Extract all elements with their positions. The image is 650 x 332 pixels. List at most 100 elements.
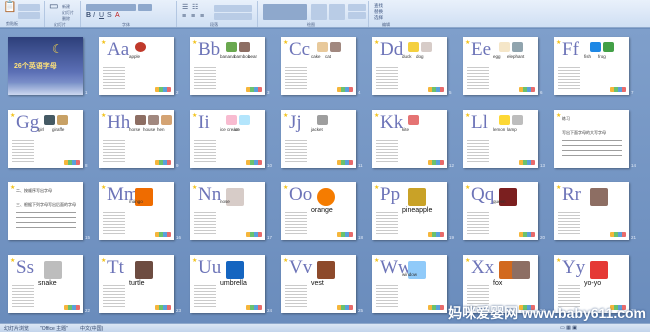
vocab-word: dog xyxy=(416,54,424,59)
slide-thumbnail[interactable]: ☾ 26个英语字母 xyxy=(8,37,83,95)
font-color-icon[interactable]: A xyxy=(115,12,120,20)
slide-thumbnail[interactable]: ★ Gg girl giraffe xyxy=(8,110,83,168)
exercise-text: 三、根据下列字母写出后面的字母 xyxy=(16,202,76,207)
paragraph-group: ☰ ☷ ≡ ≡ ≡ 段落 xyxy=(178,1,258,27)
slide-thumbnail[interactable]: ★ Uu umbrella xyxy=(190,255,265,313)
color-blocks xyxy=(610,232,626,237)
slide-thumbnail[interactable]: ★ Bb banana bamboo bear xyxy=(190,37,265,95)
picture xyxy=(226,42,237,52)
slide-thumbnail[interactable]: ★ Tt turtle xyxy=(99,255,174,313)
star-icon: ★ xyxy=(192,185,198,191)
star-icon: ★ xyxy=(374,113,380,119)
align-right-icon[interactable]: ≡ xyxy=(200,13,204,21)
letter-title: Ii xyxy=(198,112,210,133)
cut-button[interactable] xyxy=(18,4,40,11)
select-button[interactable]: 选择 xyxy=(374,15,383,21)
vocab-word: kite xyxy=(402,127,410,132)
paste-icon[interactable]: 📋 xyxy=(3,2,17,13)
shape-fill-button[interactable] xyxy=(348,4,366,11)
slide-number: 25 xyxy=(358,308,364,313)
star-icon: ★ xyxy=(192,258,198,264)
slide-number: 23 xyxy=(176,308,182,313)
bold-icon[interactable]: B xyxy=(86,12,91,20)
picture xyxy=(226,115,237,125)
slide-thumbnail[interactable]: ★ Ff fish frog xyxy=(554,37,629,95)
slide-thumbnail[interactable]: ★ Hh horse house hen xyxy=(99,110,174,168)
star-icon: ★ xyxy=(192,113,198,119)
vocab-word: egg xyxy=(493,54,501,59)
slide-thumbnail[interactable]: ★ Vv vest xyxy=(281,255,356,313)
slide-thumbnail[interactable]: ★ Dd duck dog xyxy=(372,37,447,95)
slide-number: 19 xyxy=(449,235,455,240)
vocab-word: duck xyxy=(402,54,412,59)
picture xyxy=(512,261,530,279)
font-size-select[interactable] xyxy=(138,4,152,11)
letter-title: Cc xyxy=(289,39,311,60)
slide-thumbnail[interactable]: ★ Ww window xyxy=(372,255,447,313)
text-direction-button[interactable] xyxy=(214,5,252,12)
color-blocks xyxy=(337,232,353,237)
letter-title: Ee xyxy=(471,39,492,60)
slide-thumbnail[interactable]: ★ 二、按顺序写出字母 三、根据下列字母写出后面的字母 xyxy=(8,182,83,240)
slide-thumbnail[interactable]: ★ Ss snake xyxy=(8,255,83,313)
star-icon: ★ xyxy=(283,40,289,46)
picture xyxy=(330,42,341,52)
vocab-word: fox xyxy=(493,280,503,287)
slide-thumbnail[interactable]: ★ Pp pineapple xyxy=(372,182,447,240)
view-buttons[interactable]: ▭ ▦ ▣ xyxy=(560,325,577,331)
arrange-button[interactable] xyxy=(311,4,327,20)
vocab-word: frog xyxy=(598,54,606,59)
numbering-icon[interactable]: ☷ xyxy=(192,4,198,12)
slide-number: 17 xyxy=(267,235,273,240)
handwriting-guide xyxy=(194,65,216,91)
slides-group-label: 幻灯片 xyxy=(54,22,66,27)
slide-thumbnail[interactable]: ★ Kk kite xyxy=(372,110,447,168)
slide-thumbnail[interactable]: ★ 练习 写出下面字母的大写字母 xyxy=(554,110,629,168)
color-blocks xyxy=(64,305,80,310)
new-slide-icon[interactable]: ▭ xyxy=(49,2,58,12)
slide-thumbnail[interactable]: ★ Cc cake cat xyxy=(281,37,356,95)
copy-button[interactable] xyxy=(18,12,40,19)
slide-thumbnail[interactable]: ★ Mm mango xyxy=(99,182,174,240)
slide-number: 24 xyxy=(267,308,273,313)
slide-thumbnail[interactable]: ★ Ll lemon lamp xyxy=(463,110,538,168)
theme-text: "Office 主题" xyxy=(40,326,68,332)
vocab-word: elephant xyxy=(507,54,525,59)
picture xyxy=(408,115,419,125)
shapes-gallery[interactable] xyxy=(263,4,307,20)
slide-thumbnail[interactable]: ★ Nn nose xyxy=(190,182,265,240)
slide-thumbnail[interactable]: ★ Ii ice cream ice xyxy=(190,110,265,168)
vocab-word: pineapple xyxy=(402,207,433,214)
bullets-icon[interactable]: ☰ xyxy=(182,4,188,12)
color-blocks xyxy=(337,305,353,310)
align-center-icon[interactable]: ≡ xyxy=(191,13,195,21)
cover-title: 26个英语字母 xyxy=(14,63,57,70)
color-blocks xyxy=(246,232,262,237)
underline-icon[interactable]: U xyxy=(99,12,104,20)
slide-thumbnail[interactable]: ★ Jj jacket xyxy=(281,110,356,168)
handwriting-guide xyxy=(194,138,216,164)
writing-line xyxy=(16,227,76,228)
strike-icon[interactable]: S xyxy=(107,12,112,20)
color-blocks xyxy=(337,87,353,92)
quick-styles-button[interactable] xyxy=(329,4,345,20)
slide-thumbnail[interactable]: ★ Aa apple xyxy=(99,37,174,95)
letter-title: Rr xyxy=(562,184,581,205)
vocab-word: umbrella xyxy=(220,280,247,287)
italic-icon[interactable]: I xyxy=(93,12,95,20)
clipboard-label: 剪贴板 xyxy=(6,21,18,26)
smartart-button[interactable] xyxy=(214,13,252,20)
slide-thumbnail[interactable]: ★ Qq queen xyxy=(463,182,538,240)
slide-thumbnail[interactable]: ★ Ee egg elephant xyxy=(463,37,538,95)
shape-outline-button[interactable] xyxy=(348,12,366,19)
cover-decoration xyxy=(8,83,83,95)
slide-thumbnail[interactable]: ★ Rr xyxy=(554,182,629,240)
slide-thumbnail[interactable]: ★ Oo orange xyxy=(281,182,356,240)
language-text: 中文(中国) xyxy=(80,326,104,332)
vocab-word: giraffe xyxy=(52,127,65,132)
ribbon: 📋 剪贴板 ▭ 新建 幻灯片 删除 幻灯片 B I U S A 字体 ☰ ☷ ≡… xyxy=(0,0,650,28)
star-icon: ★ xyxy=(283,185,289,191)
font-name-select[interactable] xyxy=(86,4,136,11)
picture xyxy=(499,42,510,52)
align-left-icon[interactable]: ≡ xyxy=(182,13,186,21)
